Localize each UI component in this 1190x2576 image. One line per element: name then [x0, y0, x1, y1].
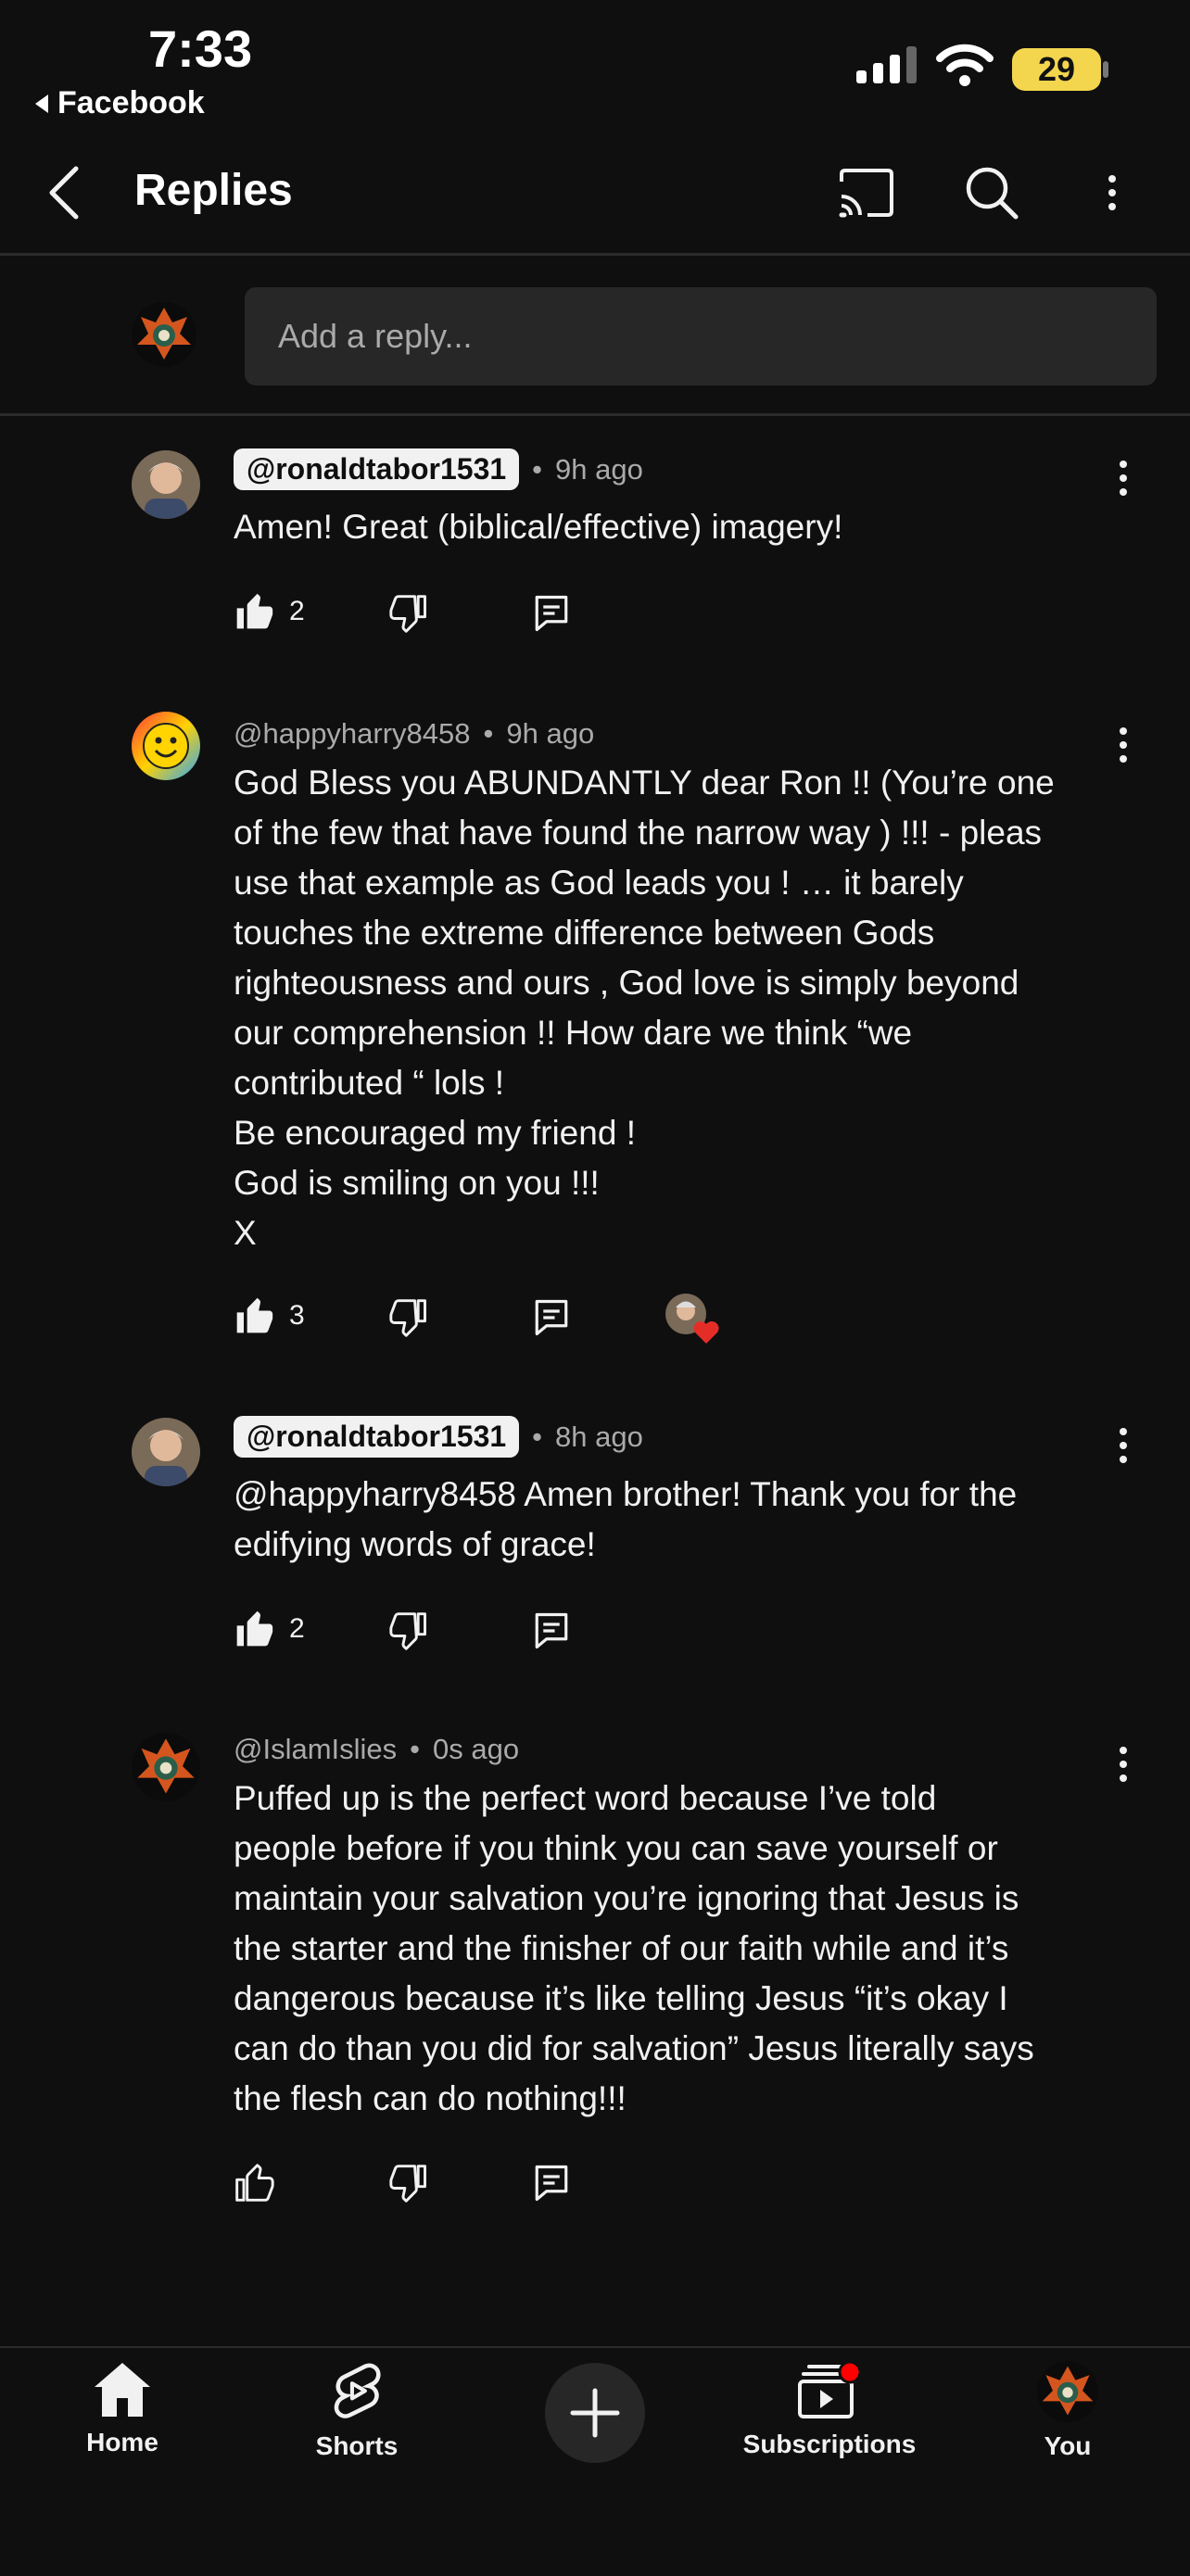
nav-subscriptions[interactable]: Subscriptions	[732, 2361, 927, 2459]
subscriptions-icon	[798, 2361, 862, 2418]
comment-author[interactable]: @ronaldtabor1531	[234, 1416, 520, 1458]
back-app-label: Facebook	[57, 85, 205, 120]
nav-home-label: Home	[86, 2428, 158, 2456]
header-divider	[0, 253, 1190, 256]
home-icon	[95, 2363, 150, 2417]
battery-cap	[1103, 61, 1108, 78]
back-to-app-link[interactable]: Facebook	[35, 85, 205, 121]
like-count: 2	[289, 1613, 305, 1644]
comment-time: 8h ago	[555, 1420, 643, 1453]
commenter-avatar[interactable]	[132, 1733, 200, 1801]
profile-avatar	[1037, 2361, 1098, 2422]
comment-time: 9h ago	[506, 717, 595, 750]
more-options-icon[interactable]	[1094, 165, 1131, 221]
like-count: 2	[289, 596, 305, 626]
comment-time: 9h ago	[555, 452, 643, 486]
my-avatar	[132, 302, 196, 367]
like-icon[interactable]	[234, 1295, 274, 1336]
wifi-icon	[936, 44, 994, 86]
dislike-icon[interactable]	[389, 593, 430, 634]
dislike-icon[interactable]	[389, 2163, 430, 2203]
nav-shorts-label: Shorts	[315, 2431, 399, 2460]
comment-time: 0s ago	[433, 1733, 520, 1765]
back-triangle-icon	[35, 94, 48, 113]
commenter-avatar[interactable]	[132, 450, 200, 519]
comment-text: Puffed up is the perfect word because I’…	[234, 1779, 1034, 2117]
comment-author[interactable]: @happyharry8458	[234, 717, 471, 751]
reply-icon[interactable]	[532, 593, 571, 634]
input-divider	[0, 413, 1190, 416]
commenter-avatar[interactable]	[132, 1418, 200, 1486]
plus-icon	[570, 2388, 620, 2438]
like-icon[interactable]	[234, 1609, 274, 1649]
reply-icon[interactable]	[532, 2163, 571, 2203]
comment-more-icon[interactable]	[1105, 1418, 1142, 1473]
nav-you[interactable]: You	[1012, 2361, 1123, 2461]
cellular-signal-icon	[856, 46, 917, 83]
like-icon[interactable]	[234, 591, 274, 632]
comment-text: Amen! Great (biblical/effective) imagery…	[234, 508, 843, 546]
battery-indicator: 29	[1012, 48, 1101, 91]
page-title: Replies	[134, 166, 293, 215]
reply-icon[interactable]	[532, 1297, 571, 1338]
status-time: 7:33	[148, 19, 253, 78]
dislike-icon[interactable]	[389, 1610, 430, 1651]
comment-text: @happyharry8458 Amen brother! Thank you …	[234, 1475, 1018, 1563]
reply-placeholder: Add a reply...	[278, 317, 473, 355]
reply-icon[interactable]	[532, 1610, 571, 1651]
comment-more-icon[interactable]	[1105, 450, 1142, 506]
creator-heart-icon	[665, 1294, 719, 1344]
back-arrow-icon[interactable]	[46, 165, 83, 221]
nav-home[interactable]: Home	[67, 2361, 178, 2457]
comment-author[interactable]: @IslamIslies	[234, 1733, 397, 1766]
commenter-avatar[interactable]	[132, 712, 200, 780]
comment-author[interactable]: @ronaldtabor1531	[234, 448, 520, 490]
create-button[interactable]	[545, 2363, 645, 2463]
shorts-icon	[334, 2363, 381, 2418]
nav-subscriptions-label: Subscriptions	[742, 2430, 917, 2458]
dislike-icon[interactable]	[389, 1297, 430, 1338]
like-count: 3	[289, 1300, 305, 1331]
comment-text: God Bless you ABUNDANTLY dear Ron !! (Yo…	[234, 764, 1055, 1252]
like-icon[interactable]	[234, 2163, 274, 2203]
nav-shorts[interactable]: Shorts	[301, 2361, 412, 2461]
nav-you-label: You	[1044, 2431, 1092, 2460]
search-icon[interactable]	[964, 165, 1019, 221]
cast-icon[interactable]	[836, 167, 895, 219]
